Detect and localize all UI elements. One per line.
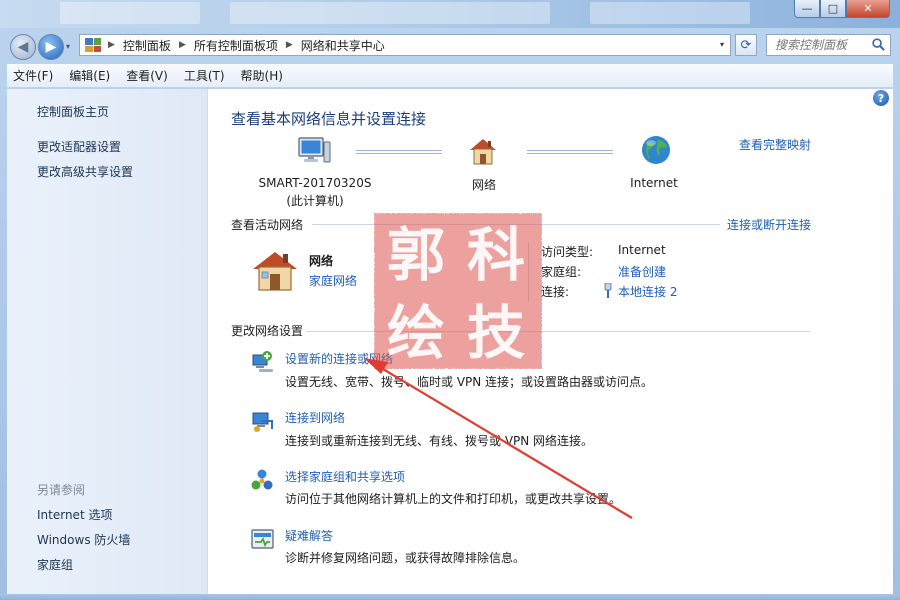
connect-disconnect-link[interactable]: 连接或断开连接	[727, 216, 811, 233]
search-box	[766, 34, 891, 56]
refresh-button[interactable]: ⟳	[735, 34, 757, 56]
title-bar: — □ ✕	[0, 0, 900, 28]
sidebar-item-windows-firewall[interactable]: Windows 防火墙	[37, 531, 130, 548]
menu-help[interactable]: 帮助(H)	[241, 67, 283, 84]
local-connection-link[interactable]: 本地连接 2	[618, 283, 677, 300]
back-button[interactable]: ◀	[10, 34, 36, 60]
homegroup-sharing-icon	[251, 469, 273, 490]
address-bar[interactable]: ▶ 控制面板 ▶ 所有控制面板项 ▶ 网络和共享中心 ▾	[79, 34, 731, 56]
troubleshoot-link[interactable]: 疑难解答	[285, 527, 333, 544]
menu-bar: 文件(F) 编辑(E) 查看(V) 工具(T) 帮助(H)	[7, 64, 893, 88]
breadcrumb-separator-icon[interactable]: ▶	[286, 40, 293, 50]
menu-view[interactable]: 查看(V)	[126, 67, 168, 84]
homegroup-sharing-link[interactable]: 选择家庭组和共享选项	[285, 468, 405, 485]
close-button[interactable]: ✕	[846, 0, 890, 18]
internet-link-line	[527, 150, 613, 154]
troubleshoot-desc: 诊断并修复网络问题，或获得故障排除信息。	[285, 551, 526, 565]
full-map-link[interactable]: 查看完整映射	[739, 136, 811, 153]
sidebar-item-adapter-settings[interactable]: 更改适配器设置	[37, 138, 121, 155]
sidebar-item-internet-options[interactable]: Internet 选项	[37, 506, 112, 523]
see-also-heading: 另请参阅	[37, 483, 86, 497]
ethernet-plug-icon	[604, 283, 612, 298]
network-type-link[interactable]: 家庭网络	[309, 272, 357, 289]
search-icon[interactable]	[871, 37, 886, 52]
breadcrumb-separator-icon[interactable]: ▶	[179, 40, 186, 50]
breadcrumb-item[interactable]: 网络和共享中心	[301, 37, 385, 54]
connect-to-network-link[interactable]: 连接到网络	[285, 409, 345, 426]
minimize-button[interactable]: —	[794, 0, 820, 18]
menu-edit[interactable]: 编辑(E)	[69, 67, 110, 84]
sidebar-item-control-panel-home[interactable]: 控制面板主页	[37, 103, 109, 120]
change-settings-heading: 更改网络设置	[231, 324, 304, 338]
window-controls: — □ ✕	[794, 0, 890, 18]
troubleshoot-icon	[251, 529, 274, 549]
window-bottom-border	[0, 594, 900, 600]
access-type-label: 访问类型:	[541, 245, 594, 259]
home-network-icon	[253, 252, 297, 291]
homegroup-label: 家庭组:	[541, 265, 582, 279]
sidebar-item-homegroup[interactable]: 家庭组	[37, 556, 73, 573]
network-details-divider	[528, 242, 529, 302]
menu-file[interactable]: 文件(F)	[13, 67, 53, 84]
connection-label: 连接:	[541, 285, 570, 299]
recent-pages-dropdown-icon[interactable]: ▾	[66, 42, 70, 51]
connect-to-network-desc: 连接到或重新连接到无线、有线、拨号或 VPN 网络连接。	[285, 434, 594, 448]
access-type-value: Internet	[618, 243, 666, 257]
title-bar-glass	[230, 2, 550, 24]
active-networks-heading: 查看活动网络	[231, 218, 304, 232]
house-network-icon[interactable]	[467, 136, 499, 166]
network-name: 网络	[309, 254, 334, 268]
new-connection-icon	[252, 351, 273, 372]
section-divider	[312, 224, 720, 225]
computer-sub-label: (此计算机)	[286, 194, 344, 208]
sidebar: 控制面板主页 更改适配器设置 更改高级共享设置 另请参阅 Internet 选项…	[7, 89, 208, 594]
breadcrumb-separator-icon[interactable]: ▶	[108, 40, 115, 50]
network-label: 网络	[471, 178, 496, 192]
title-bar-glass	[60, 2, 200, 24]
setup-connection-link[interactable]: 设置新的连接或网络	[285, 350, 393, 367]
breadcrumb-item[interactable]: 控制面板	[123, 37, 171, 54]
page-title: 查看基本网络信息并设置连接	[231, 110, 427, 128]
sidebar-item-advanced-sharing[interactable]: 更改高级共享设置	[37, 163, 133, 180]
connect-network-icon	[252, 412, 273, 432]
menu-tools[interactable]: 工具(T)	[184, 67, 225, 84]
globe-icon[interactable]	[640, 134, 672, 166]
homegroup-sharing-desc: 访问位于其他网络计算机上的文件和打印机，或更改共享设置。	[285, 492, 622, 506]
forward-button[interactable]: ▶	[38, 34, 64, 60]
control-panel-icon	[85, 38, 101, 52]
address-history-dropdown-icon[interactable]: ▾	[720, 40, 724, 49]
title-bar-glass	[590, 2, 750, 24]
search-input[interactable]	[767, 35, 867, 55]
maximize-button[interactable]: □	[820, 0, 846, 18]
internet-label: Internet	[630, 176, 678, 190]
homegroup-status-link[interactable]: 准备创建	[618, 263, 666, 280]
computer-name-label: SMART-20170320S	[258, 176, 372, 190]
computer-icon[interactable]	[297, 136, 331, 166]
setup-connection-desc: 设置无线、宽带、拨号、临时或 VPN 连接；或设置路由器或访问点。	[285, 375, 654, 389]
section-divider	[306, 331, 810, 332]
breadcrumb-item[interactable]: 所有控制面板项	[194, 37, 278, 54]
network-link-line	[356, 150, 442, 154]
help-icon[interactable]: ?	[873, 90, 889, 106]
